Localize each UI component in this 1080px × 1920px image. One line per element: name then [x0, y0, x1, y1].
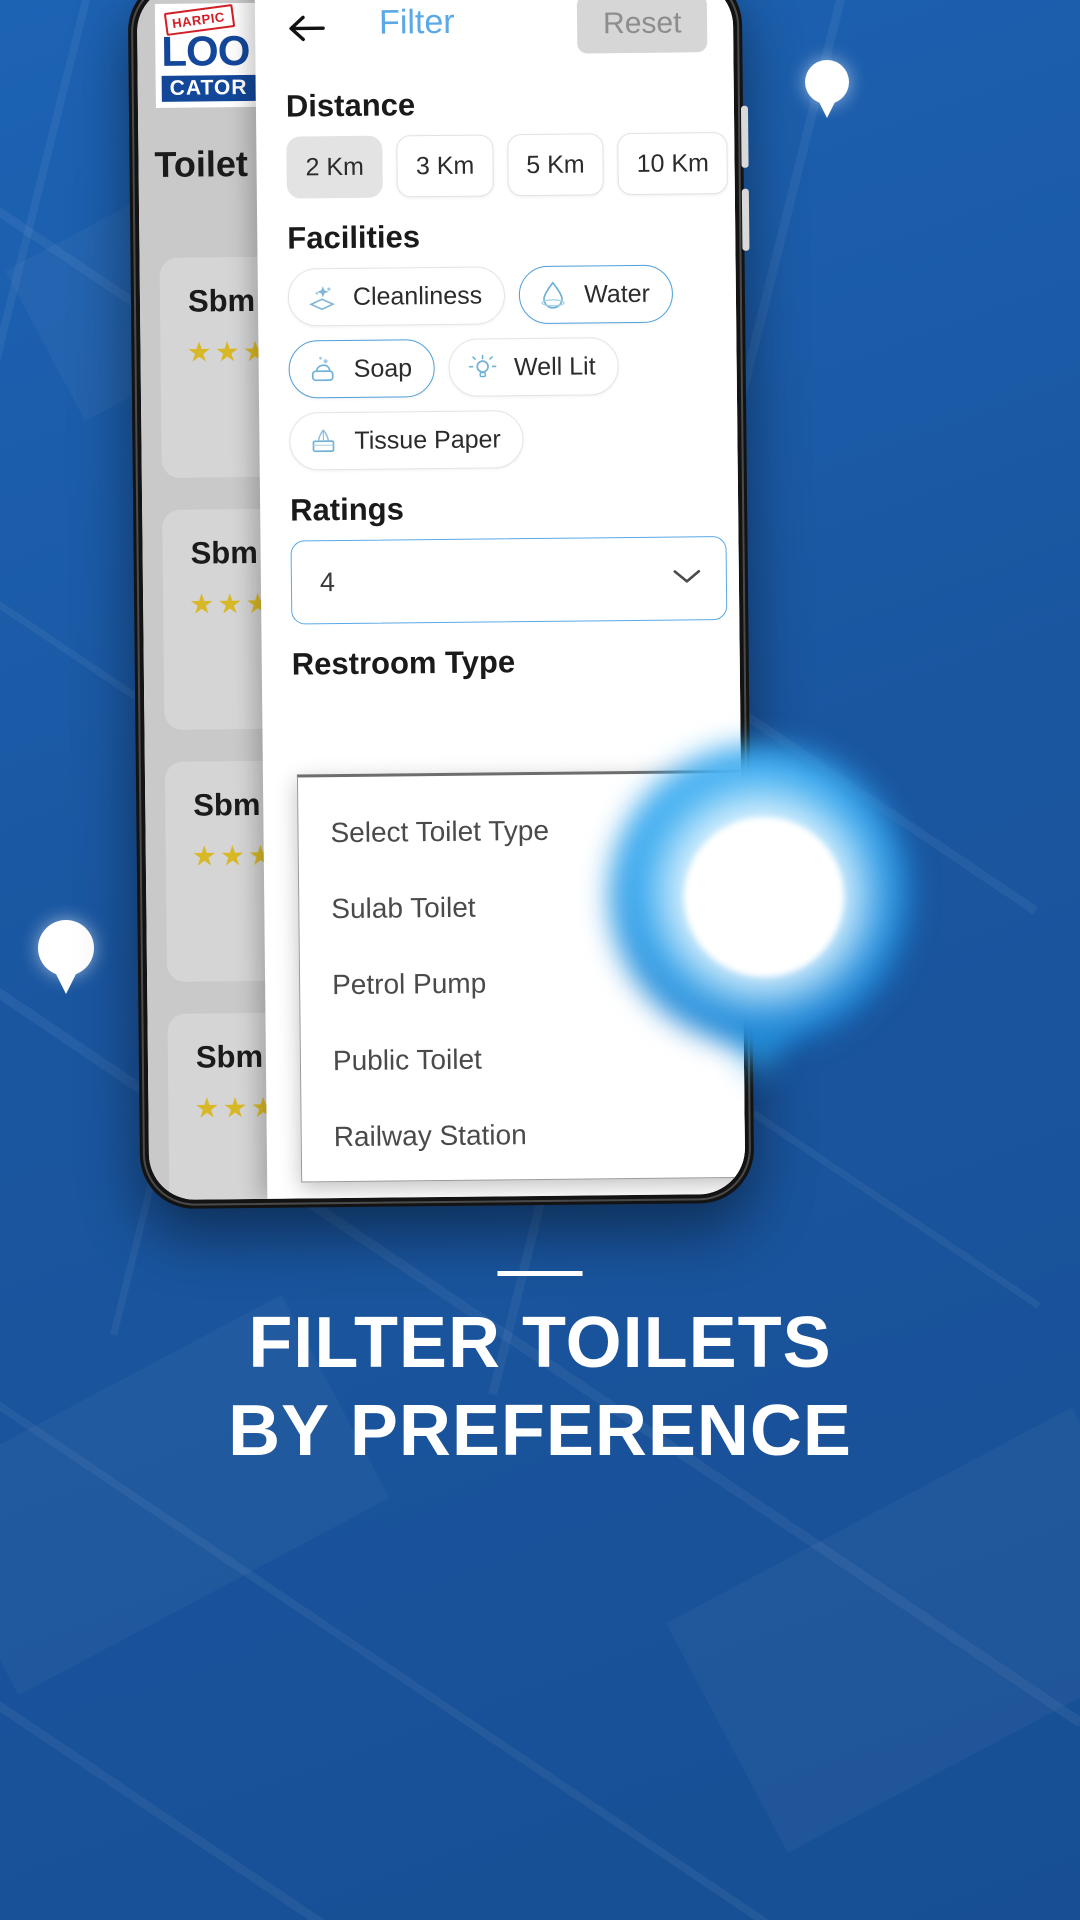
facilities-row: Tissue Paper	[289, 408, 745, 471]
phone-power-button	[741, 188, 750, 251]
light-bulb-icon	[466, 350, 500, 384]
facility-chip-well-lit[interactable]: Well Lit	[448, 337, 619, 397]
ratings-value: 4	[319, 566, 336, 597]
ratings-heading: Ratings	[289, 491, 405, 528]
list-item-name: Sbm	[193, 786, 261, 823]
facility-chip-tissue-paper[interactable]: Tissue Paper	[289, 410, 525, 471]
phone-screen: HARPIC LOO CATOR Toilet Sbm ★★★ Sbm ★★★ …	[136, 0, 746, 1201]
water-drop-icon	[536, 278, 570, 312]
facilities-heading: Facilities	[287, 219, 421, 256]
facility-chip-cleanliness[interactable]: Cleanliness	[287, 266, 506, 327]
facility-chip-label: Cleanliness	[352, 281, 483, 311]
page-title: Filter	[378, 2, 455, 42]
distance-chip-10km[interactable]: 10 Km	[617, 131, 729, 196]
dropdown-option-select-toilet-type[interactable]: Select Toilet Type	[298, 791, 745, 872]
phone-volume-button	[740, 105, 749, 168]
list-item-name: Sbm	[195, 1038, 264, 1075]
restroom-type-heading: Restroom Type	[291, 644, 516, 682]
list-header: Toilet	[154, 143, 249, 185]
distance-chip-5km[interactable]: 5 Km	[506, 133, 604, 197]
facility-chip-label: Water	[584, 279, 651, 308]
list-item-name: Sbm	[187, 282, 256, 319]
dropdown-option-sulab-toilet[interactable]: Sulab Toilet	[299, 867, 745, 948]
facilities-row: Soap Well Lit	[288, 336, 745, 399]
logo-main-label: LOO	[161, 26, 250, 75]
facility-chip-label: Soap	[353, 353, 413, 383]
promo-caption: FILTER TOILETS BY PREFERENCE	[0, 1300, 1080, 1476]
facilities-row: Cleanliness Water	[287, 264, 746, 327]
dropdown-option-petrol-pump[interactable]: Petrol Pump	[300, 943, 746, 1024]
promo-caption-line1: FILTER TOILETS	[248, 1303, 832, 1383]
reset-button[interactable]: Reset	[576, 0, 708, 54]
map-pin-right-icon	[805, 60, 849, 118]
dropdown-option-public-toilet[interactable]: Public Toilet	[301, 1019, 746, 1100]
dropdown-option-railway-station[interactable]: Railway Station	[301, 1095, 745, 1176]
back-arrow-icon[interactable]	[287, 8, 327, 48]
chevron-down-icon	[670, 563, 704, 594]
phone-mockup: HARPIC LOO CATOR Toilet Sbm ★★★ Sbm ★★★ …	[127, 0, 755, 1210]
map-pin-left-icon	[38, 920, 94, 995]
facilities-chip-group: Cleanliness Water Soap Well Lit Tissue P…	[258, 264, 746, 471]
caption-divider	[497, 1271, 583, 1276]
filter-header: Filter Reset	[255, 0, 746, 67]
sparkle-clean-icon	[305, 280, 339, 314]
distance-chip-3km[interactable]: 3 Km	[396, 134, 494, 198]
tissue-box-icon	[306, 424, 340, 458]
promo-caption-line2: BY PREFERENCE	[228, 1390, 852, 1471]
logo-sub-label: CATOR	[161, 74, 256, 102]
ratings-select[interactable]: 4	[290, 536, 728, 625]
soap-bar-icon	[306, 352, 340, 386]
facility-chip-water[interactable]: Water	[518, 264, 674, 325]
facility-chip-label: Tissue Paper	[354, 424, 501, 455]
facility-chip-soap[interactable]: Soap	[288, 339, 436, 399]
distance-chip-row: 2 Km 3 Km 5 Km 10 Km	[256, 131, 745, 199]
facility-chip-label: Well Lit	[513, 351, 596, 381]
distance-heading: Distance	[285, 87, 416, 124]
list-item-name: Sbm	[190, 534, 258, 571]
distance-chip-2km[interactable]: 2 Km	[286, 135, 384, 199]
restroom-type-dropdown: Select Toilet Type Sulab Toilet Petrol P…	[296, 769, 746, 1183]
